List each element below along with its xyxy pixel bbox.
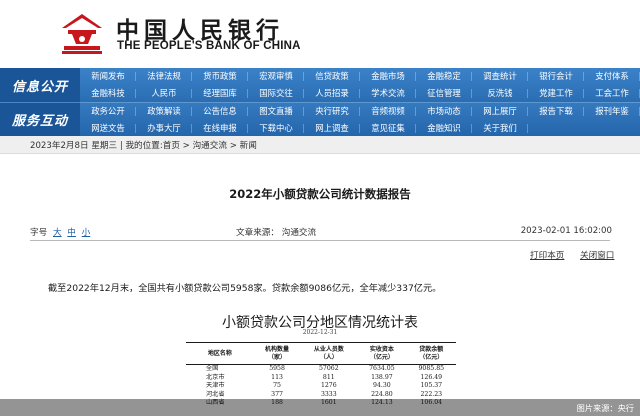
table-cell: 全国: [206, 365, 219, 372]
nav-info-item-3[interactable]: 宏观审慎: [248, 68, 304, 85]
nav-service-item-12[interactable]: 在线申报: [192, 120, 248, 137]
nav-service-item-5[interactable]: 音频视频: [360, 103, 416, 120]
table-cell: 126.49: [420, 373, 443, 381]
main-navigation: 信息公开 服务互动 新闻发布 法律法规 货币政策 宏观审慎 信贷政策 金融市场 金融稳定 调查…: [0, 68, 640, 136]
font-size-control: 字号 大 中 小: [30, 226, 90, 238]
font-size-small-link[interactable]: 小: [82, 228, 91, 238]
table-row: 天津市 75 1276 94.30 105.37: [186, 382, 456, 391]
font-size-label: 字号: [30, 228, 48, 238]
font-size-large-link[interactable]: 大: [53, 228, 62, 238]
site-brand-english: THE PEOPLE'S BANK OF CHINA: [117, 40, 301, 52]
divider: [30, 240, 610, 241]
nav-info-item-0[interactable]: 新闻发布: [80, 68, 136, 85]
nav-info-item-4[interactable]: 信贷政策: [304, 68, 360, 85]
table-header-row: 地区名称 机构数量 （家） 从业人员数 （人） 实收资本 （亿元） 贷款余额 （亿元）: [186, 342, 456, 365]
nav-info-item-9[interactable]: 支付体系: [584, 68, 640, 85]
nav-info-item-12[interactable]: 经理国库: [192, 85, 248, 102]
nav-info-item-18[interactable]: 党建工作: [528, 85, 584, 102]
article-source: 文章来源： 沟通交流: [236, 226, 316, 238]
nav-service-item-9[interactable]: 报刊年鉴: [584, 103, 640, 120]
source-value: 沟通交流: [281, 228, 317, 238]
table-cell: 北京市: [206, 373, 225, 381]
nav-service-item-0[interactable]: 政务公开: [80, 103, 136, 120]
nav-info-item-11[interactable]: 人民币: [136, 85, 192, 102]
nav-service-item-8[interactable]: 报告下载: [528, 103, 584, 120]
article-title: 2022年小额贷款公司统计数据报告: [229, 187, 411, 201]
table-row: 全国 5958 57062 7634.05 9085.85: [186, 365, 456, 374]
font-size-medium-link[interactable]: 中: [67, 228, 76, 238]
table-cell: 811: [322, 373, 335, 381]
nav-info-item-10[interactable]: 金融科技: [80, 85, 136, 102]
nav-service-item-10[interactable]: 网送文告: [80, 120, 136, 137]
nav-service-item-1[interactable]: 政策解读: [136, 103, 192, 120]
nav-info-item-14[interactable]: 人员招录: [304, 85, 360, 102]
nav-service-item-13[interactable]: 下载中心: [248, 120, 304, 137]
table-cell: 天津市: [206, 382, 225, 390]
table-header-cell: 实收资本 （亿元）: [357, 342, 407, 365]
breadcrumb: 2023年2月8日 星期三 | 我的位置:首页 > 沟通交流 > 新闻: [0, 136, 640, 154]
print-page-link[interactable]: 打印本页: [530, 249, 564, 261]
nav-grid-service: 政务公开 政策解读 公告信息 图文直播 央行研究 音频视频 市场动态 网上展厅 报告下载 报刊年鉴…: [80, 102, 640, 136]
nav-info-item-13[interactable]: 国际交往: [248, 85, 304, 102]
photo-credit-bar: 图片来源：央行: [0, 399, 640, 416]
nav-info-item-7[interactable]: 调查统计: [472, 68, 528, 85]
nav-service-item-3[interactable]: 图文直播: [248, 103, 304, 120]
nav-info-item-1[interactable]: 法律法规: [136, 68, 192, 85]
nav-service-item-4[interactable]: 央行研究: [304, 103, 360, 120]
table-date: 2022-12-31: [302, 329, 338, 336]
table-cell: 105.37: [420, 382, 443, 390]
nav-info-item-17[interactable]: 反洗钱: [472, 85, 528, 102]
close-window-link[interactable]: 关闭窗口: [580, 249, 614, 261]
table-row: 北京市 113 811 138.97 126.49: [186, 374, 456, 383]
table-cell: 1276: [320, 382, 337, 390]
nav-section-info-label: 信息公开: [0, 68, 80, 102]
page: 中国人民银行 THE PEOPLE'S BANK OF CHINA 信息公开 服…: [0, 0, 640, 416]
nav-service-item-11[interactable]: 办事大厅: [136, 120, 192, 137]
table-cell: 7634.05: [369, 365, 395, 372]
nav-service-item-7[interactable]: 网上展厅: [472, 103, 528, 120]
nav-info-item-16[interactable]: 征信管理: [416, 85, 472, 102]
table-header-cell: 贷款余额 （亿元）: [406, 342, 456, 365]
table-header-cell: 从业人员数 （人）: [300, 342, 358, 365]
source-label: 文章来源：: [236, 228, 279, 238]
nav-service-item-17[interactable]: 关于我们: [472, 120, 528, 137]
photo-credit-text: 图片来源：央行: [576, 403, 634, 413]
table-cell: 113: [271, 373, 283, 381]
nav-service-item-6[interactable]: 市场动态: [416, 103, 472, 120]
nav-service-item-16[interactable]: 金融知识: [416, 120, 472, 137]
table-cell: 75: [273, 382, 281, 390]
table-cell: 138.97: [371, 373, 393, 381]
article-body-paragraph: 截至2022年12月末，全国共有小额贷款公司5958家。贷款余额9086亿元，全…: [48, 283, 442, 294]
nav-service-item-14[interactable]: 网上调查: [304, 120, 360, 137]
nav-info-item-2[interactable]: 货币政策: [192, 68, 248, 85]
site-header: 中国人民银行 THE PEOPLE'S BANK OF CHINA: [0, 0, 640, 68]
nav-info-item-19[interactable]: 工会工作: [584, 85, 640, 102]
table-cell: 9085.85: [418, 365, 445, 372]
nav-info-item-6[interactable]: 金融稳定: [416, 68, 472, 85]
nav-service-item-15[interactable]: 意见征集: [360, 120, 416, 137]
nav-section-service-label: 服务互动: [0, 102, 80, 136]
table-header-cell: 地区名称: [186, 342, 254, 365]
table-cell: 94.30: [373, 382, 391, 390]
nav-info-item-5[interactable]: 金融市场: [360, 68, 416, 85]
nav-info-item-15[interactable]: 学术交流: [360, 85, 416, 102]
nav-service-item-2[interactable]: 公告信息: [192, 103, 248, 120]
nav-info-item-8[interactable]: 银行会计: [528, 68, 584, 85]
breadcrumb-text[interactable]: 2023年2月8日 星期三 | 我的位置:首页 > 沟通交流 > 新闻: [30, 139, 257, 151]
table-cell: 5958: [269, 365, 285, 372]
table-header-cell: 机构数量 （家）: [253, 342, 301, 365]
table-cell: 57062: [318, 365, 339, 372]
pboc-emblem-logo[interactable]: [58, 10, 106, 58]
nav-grid-info: 新闻发布 法律法规 货币政策 宏观审慎 信贷政策 金融市场 金融稳定 调查统计 银行会计 支付体系…: [80, 68, 640, 102]
article-date: 2023-02-01 16:02:00: [520, 226, 612, 236]
